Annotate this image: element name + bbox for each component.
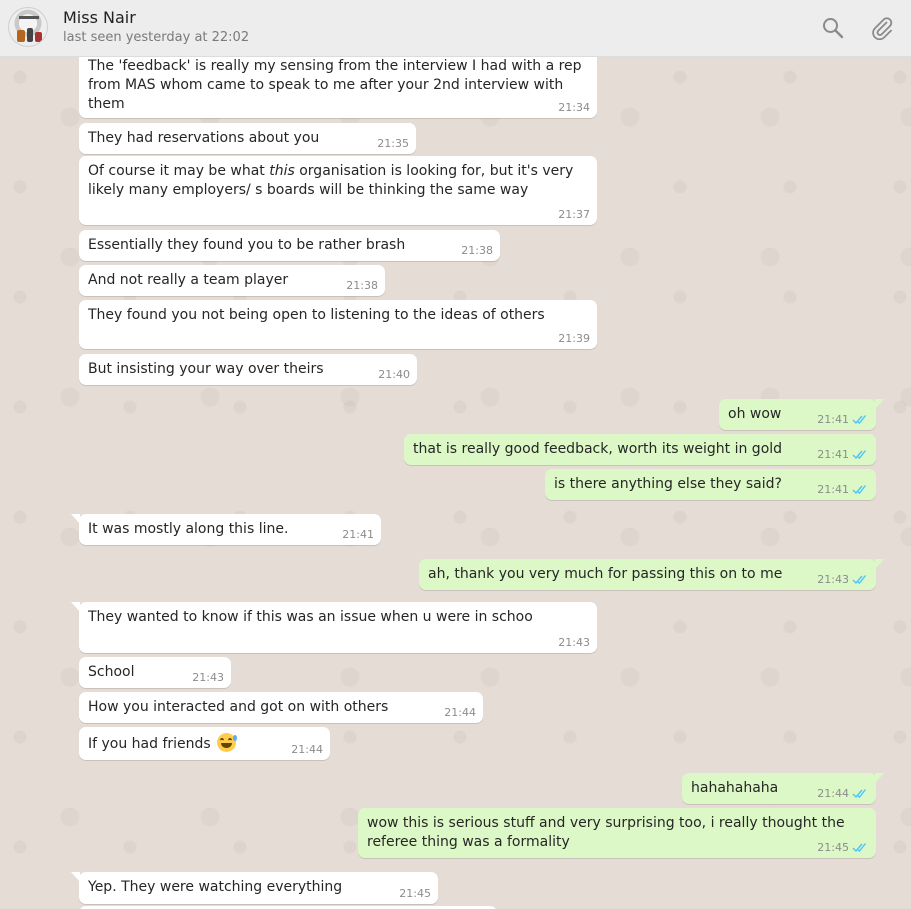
message-text: How you interacted and got on with other… <box>88 699 389 715</box>
message-incoming[interactable]: How you interacted and got on with other… <box>79 692 483 723</box>
chat-header: Miss Nair last seen yesterday at 22:02 <box>0 0 911 57</box>
message-incoming[interactable]: Yep. They were watching everything 21:45 <box>71 872 438 904</box>
message-text: Yep. They were watching everything <box>88 879 343 895</box>
message-text: They wanted to know if this was an issue… <box>88 609 533 625</box>
message-incoming[interactable]: They wanted to know if this was an issue… <box>71 602 597 653</box>
message-incoming[interactable]: If you had friends 21:44 <box>79 727 330 760</box>
contact-name[interactable]: Miss Nair <box>63 8 136 27</box>
message-text: wow this is serious stuff and very surpr… <box>367 815 845 850</box>
message-incoming[interactable]: They had reservations about you 21:35 <box>79 123 416 154</box>
message-incoming[interactable]: But insisting your way over theirs 21:40 <box>79 354 417 385</box>
message-text: If you had friends <box>88 736 211 752</box>
message-text: But insisting your way over theirs <box>88 361 324 377</box>
message-time: 21:45 <box>399 887 431 900</box>
message-time: 21:41 <box>817 483 849 496</box>
message-time: 21:34 <box>558 101 590 114</box>
message-text: oh wow <box>728 406 782 422</box>
message-text: It was mostly along this line. <box>88 521 289 537</box>
message-time: 21:43 <box>192 671 224 684</box>
read-receipt-icon <box>852 415 867 425</box>
message-text: hahahahaha <box>691 780 779 796</box>
read-receipt-icon <box>852 843 867 853</box>
message-time: 21:41 <box>817 413 849 426</box>
message-incoming[interactable]: School 21:43 <box>79 657 231 688</box>
message-time: 21:44 <box>291 743 323 756</box>
message-incoming[interactable]: Of course it may be what this organisati… <box>79 156 597 225</box>
message-text: The 'feedback' is really my sensing from… <box>88 58 582 112</box>
message-time: 21:44 <box>817 787 849 800</box>
message-list[interactable]: The 'feedback' is really my sensing from… <box>0 57 911 909</box>
message-text: They found you not being open to listeni… <box>88 307 545 323</box>
message-text: They had reservations about you <box>88 130 320 146</box>
message-time: 21:41 <box>342 528 374 541</box>
message-time: 21:37 <box>558 208 590 221</box>
message-text: School <box>88 664 135 680</box>
last-seen-status: last seen yesterday at 22:02 <box>63 30 250 45</box>
message-time: 21:38 <box>461 244 493 257</box>
search-icon[interactable] <box>821 16 845 40</box>
message-time: 21:45 <box>817 841 849 854</box>
message-time: 21:40 <box>378 368 410 381</box>
message-text: Essentially they found you to be rather … <box>88 237 406 253</box>
message-time: 21:35 <box>377 137 409 150</box>
message-time: 21:44 <box>444 706 476 719</box>
message-incoming[interactable]: Essentially they found you to be rather … <box>79 230 500 261</box>
message-outgoing[interactable]: ah, thank you very much for passing this… <box>419 559 884 590</box>
message-time: 21:38 <box>346 279 378 292</box>
message-incoming[interactable]: It was mostly along this line. 21:41 <box>71 514 381 545</box>
read-receipt-icon <box>852 789 867 799</box>
message-text: ah, thank you very much for passing this… <box>428 566 783 582</box>
message-time: 21:39 <box>558 332 590 345</box>
contact-avatar[interactable] <box>8 7 48 47</box>
message-text: And not really a team player <box>88 272 289 288</box>
message-outgoing[interactable]: wow this is serious stuff and very surpr… <box>358 808 876 858</box>
message-outgoing[interactable]: hahahahaha 21:44 <box>682 773 884 804</box>
read-receipt-icon <box>852 575 867 585</box>
message-text: Of course it may be what this organisati… <box>88 163 574 198</box>
message-time: 21:43 <box>817 573 849 586</box>
message-incoming[interactable]: They found you not being open to listeni… <box>79 300 597 349</box>
paperclip-icon[interactable] <box>870 16 894 40</box>
message-text: is there anything else they said? <box>554 476 782 492</box>
read-receipt-icon <box>852 485 867 495</box>
message-time: 21:43 <box>558 636 590 649</box>
message-outgoing[interactable]: oh wow 21:41 <box>719 399 884 430</box>
message-text: that is really good feedback, worth its … <box>413 441 783 457</box>
message-outgoing[interactable]: is there anything else they said? 21:41 <box>545 469 876 500</box>
message-time: 21:41 <box>817 448 849 461</box>
grinning-sweat-emoji <box>217 733 238 752</box>
message-incoming[interactable]: And not really a team player 21:38 <box>79 265 385 296</box>
read-receipt-icon <box>852 450 867 460</box>
message-outgoing[interactable]: that is really good feedback, worth its … <box>404 434 876 465</box>
message-incoming[interactable]: The 'feedback' is really my sensing from… <box>79 57 597 118</box>
